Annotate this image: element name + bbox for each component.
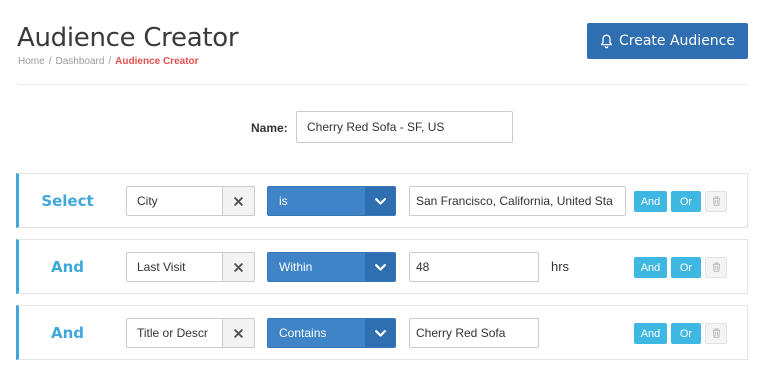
breadcrumb: Home / Dashboard / Audience Creator — [18, 56, 199, 68]
breadcrumb-separator: / — [108, 56, 112, 67]
breadcrumb-dashboard[interactable]: Dashboard — [55, 56, 104, 67]
add-and-button[interactable]: And — [634, 191, 667, 212]
breadcrumb-home[interactable]: Home — [18, 56, 45, 67]
clear-field-button[interactable] — [223, 318, 255, 348]
add-or-button[interactable]: Or — [671, 323, 701, 344]
rule-row-3: And Contains And Or — [16, 305, 748, 360]
rule-value-input[interactable] — [409, 318, 539, 348]
name-label: Name: — [251, 121, 288, 135]
close-icon — [234, 328, 243, 338]
audience-creator-page: Audience Creator Home / Dashboard / Audience… — [0, 0, 768, 384]
rule-field-input[interactable] — [126, 186, 223, 216]
clear-field-button[interactable] — [223, 186, 255, 216]
create-audience-label: Create Audience — [619, 33, 735, 49]
operator-value: is — [279, 194, 288, 208]
rule-field-input[interactable] — [126, 318, 223, 348]
operator-value: Contains — [279, 326, 327, 340]
delete-rule-button[interactable] — [705, 191, 727, 212]
bell-icon — [600, 34, 613, 49]
trash-icon — [712, 325, 721, 343]
delete-rule-button[interactable] — [705, 257, 727, 278]
trash-icon — [712, 193, 721, 211]
operator-value: Within — [279, 260, 313, 274]
rule-row-1: Select is And Or — [16, 173, 748, 228]
add-or-button[interactable]: Or — [671, 257, 701, 278]
trash-icon — [712, 259, 721, 277]
breadcrumb-separator: / — [48, 56, 52, 67]
rule-field-input[interactable] — [126, 252, 223, 282]
rule-connector-label: And — [50, 323, 85, 342]
rule-connector-label: Select — [41, 191, 94, 210]
close-icon — [234, 262, 243, 272]
close-icon — [234, 196, 243, 206]
add-and-button[interactable]: And — [634, 323, 667, 344]
chevron-down-icon — [365, 187, 395, 215]
audience-name-input[interactable] — [296, 111, 513, 143]
clear-field-button[interactable] — [223, 252, 255, 282]
page-title: Audience Creator — [17, 23, 239, 53]
add-and-button[interactable]: And — [634, 257, 667, 278]
rule-unit-label: hrs — [551, 259, 570, 274]
operator-select[interactable]: Contains — [267, 318, 396, 348]
operator-select[interactable]: is — [267, 186, 396, 216]
rule-connector-label: And — [50, 257, 85, 276]
breadcrumb-current: Audience Creator — [115, 56, 199, 67]
create-audience-button[interactable]: Create Audience — [587, 23, 748, 59]
rule-value-input[interactable] — [409, 186, 626, 216]
operator-select[interactable]: Within — [267, 252, 396, 282]
delete-rule-button[interactable] — [705, 323, 727, 344]
rule-value-input[interactable] — [409, 252, 539, 282]
add-or-button[interactable]: Or — [671, 191, 701, 212]
chevron-down-icon — [365, 319, 395, 347]
rule-row-2: And Within hrs And Or — [16, 239, 748, 294]
chevron-down-icon — [365, 253, 395, 281]
header-divider — [18, 84, 748, 85]
